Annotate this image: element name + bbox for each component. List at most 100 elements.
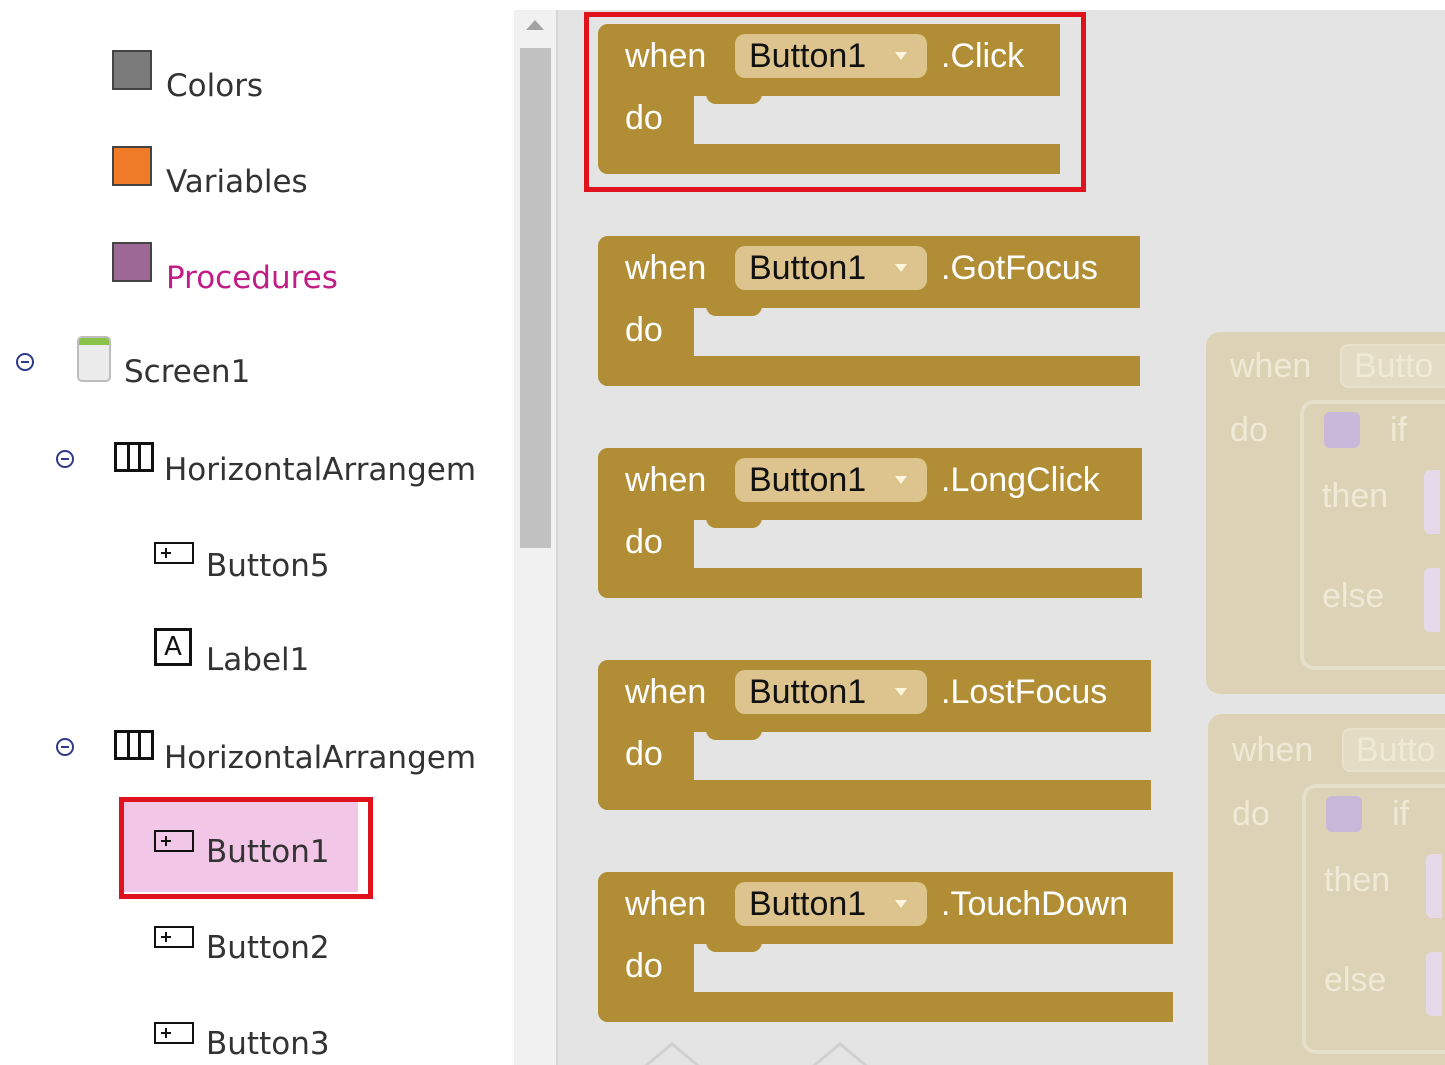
block-notch xyxy=(706,730,762,740)
collapse-icon[interactable] xyxy=(16,353,34,371)
button-icon xyxy=(154,926,194,948)
tree-item-colors[interactable]: Colors xyxy=(112,50,412,110)
ghost-gear-icon xyxy=(1324,412,1360,448)
event-block-gotfocus[interactable]: when Button1 .GotFocus do xyxy=(598,236,1140,388)
component-dropdown[interactable]: Button1 xyxy=(735,246,927,290)
ghost-do-label: do xyxy=(1230,411,1268,449)
ghost-then-label: then xyxy=(1322,477,1389,515)
button-icon xyxy=(154,542,194,564)
event-name-label: .GotFocus xyxy=(941,249,1098,287)
horizontal-arrangement-icon xyxy=(114,442,154,472)
scroll-up-icon[interactable] xyxy=(526,20,544,30)
component-dropdown[interactable]: Button1 xyxy=(735,458,927,502)
ghost-then-label: then xyxy=(1324,861,1391,899)
ghost-if-label: if xyxy=(1390,411,1407,449)
do-label: do xyxy=(625,523,663,561)
horizontal-arrangement-icon xyxy=(114,730,154,760)
block-footer xyxy=(598,780,1151,810)
screen-icon xyxy=(77,336,111,382)
procedures-swatch-icon xyxy=(112,242,152,282)
blocks-workspace[interactable]: when Butto do if then else when Butto do… xyxy=(558,10,1445,1065)
ghost-socket xyxy=(1424,470,1440,534)
when-label: when xyxy=(625,885,707,923)
block-notch xyxy=(706,306,762,316)
event-block-touchdown[interactable]: when Button1 .TouchDown do xyxy=(598,872,1173,1024)
dropdown-caret-icon xyxy=(895,900,907,908)
tree-item-label: HorizontalArrangem xyxy=(164,452,477,488)
ghost-if-label: if xyxy=(1392,795,1409,833)
ghost-component-label: Butto xyxy=(1354,347,1434,385)
tree-item-label: Colors xyxy=(166,68,264,104)
ghost-event-block: when Butto do if then else xyxy=(1206,332,1445,694)
tree-item-label: Variables xyxy=(166,164,308,200)
button-icon xyxy=(154,1022,194,1044)
event-block-longclick[interactable]: when Button1 .LongClick do xyxy=(598,448,1142,600)
ghost-if-block xyxy=(1300,400,1445,670)
tree-item-horizontal-arrangement-1[interactable]: HorizontalArrangem xyxy=(54,440,514,500)
tree-item-label: Button2 xyxy=(206,930,330,966)
tree-item-label: Procedures xyxy=(166,260,338,296)
selection-highlight-box xyxy=(119,797,373,899)
ghost-else-label: else xyxy=(1324,961,1387,999)
tree-item-label1[interactable]: A Label1 xyxy=(154,628,454,688)
block-notch xyxy=(706,942,762,952)
ghost-socket xyxy=(1424,568,1440,632)
ghost-else-label: else xyxy=(1322,577,1385,615)
block-footer xyxy=(598,992,1173,1022)
event-name-label: .LongClick xyxy=(941,461,1100,499)
collapse-icon[interactable] xyxy=(56,738,74,756)
tree-item-label: Label1 xyxy=(206,642,310,678)
tree-item-button2[interactable]: Button2 xyxy=(154,924,454,984)
scroll-thumb[interactable] xyxy=(520,48,551,548)
tree-item-label: Button3 xyxy=(206,1026,330,1062)
component-tree: Colors Variables Procedures Screen1 Hori… xyxy=(0,0,514,1065)
ghost-do-label: do xyxy=(1232,795,1270,833)
variables-swatch-icon xyxy=(112,146,152,186)
component-dropdown-label: Button1 xyxy=(749,249,867,287)
dropdown-caret-icon xyxy=(895,476,907,484)
do-label: do xyxy=(625,947,663,985)
ghost-socket xyxy=(1426,854,1442,918)
ghost-when-label: when xyxy=(1230,347,1312,385)
do-label: do xyxy=(625,735,663,773)
tree-item-label: Screen1 xyxy=(124,354,251,390)
component-dropdown-label: Button1 xyxy=(749,461,867,499)
ghost-gear-icon xyxy=(1326,796,1362,832)
block-notch xyxy=(706,518,762,528)
when-label: when xyxy=(625,461,707,499)
ghost-component-dropdown: Butto xyxy=(1342,728,1445,772)
tree-item-button5[interactable]: Button5 xyxy=(154,540,454,600)
workspace-control-icon[interactable] xyxy=(804,1042,876,1065)
collapse-icon[interactable] xyxy=(56,450,74,468)
colors-swatch-icon xyxy=(112,50,152,90)
component-dropdown-label: Button1 xyxy=(749,885,867,923)
tree-item-button3[interactable]: Button3 xyxy=(154,1020,454,1065)
tree-item-label: HorizontalArrangem xyxy=(164,740,477,776)
tree-item-label: Button5 xyxy=(206,548,330,584)
tree-item-screen1[interactable]: Screen1 xyxy=(14,336,414,396)
component-dropdown-label: Button1 xyxy=(749,673,867,711)
component-dropdown[interactable]: Button1 xyxy=(735,882,927,926)
event-name-label: .LostFocus xyxy=(941,673,1108,711)
ghost-socket xyxy=(1426,952,1442,1016)
component-dropdown[interactable]: Button1 xyxy=(735,670,927,714)
dropdown-caret-icon xyxy=(895,688,907,696)
tree-item-variables[interactable]: Variables xyxy=(112,146,412,206)
block-footer xyxy=(598,356,1140,386)
block-footer xyxy=(598,568,1142,598)
tree-item-procedures[interactable]: Procedures xyxy=(112,242,412,302)
click-block-highlight-box xyxy=(584,12,1086,192)
ghost-component-label: Butto xyxy=(1356,731,1436,769)
ghost-when-label: when xyxy=(1232,731,1314,769)
tree-scrollbar[interactable] xyxy=(514,10,558,1065)
tree-item-horizontal-arrangement-2[interactable]: HorizontalArrangem xyxy=(54,728,514,788)
when-label: when xyxy=(625,673,707,711)
event-name-label: .TouchDown xyxy=(941,885,1129,923)
ghost-component-dropdown: Butto xyxy=(1340,344,1445,388)
ghost-event-block: when Butto do if then else xyxy=(1208,714,1445,1065)
event-block-lostfocus[interactable]: when Button1 .LostFocus do xyxy=(598,660,1151,812)
label-icon: A xyxy=(154,628,192,666)
workspace-control-icon[interactable] xyxy=(636,1042,708,1065)
when-label: when xyxy=(625,249,707,287)
do-label: do xyxy=(625,311,663,349)
